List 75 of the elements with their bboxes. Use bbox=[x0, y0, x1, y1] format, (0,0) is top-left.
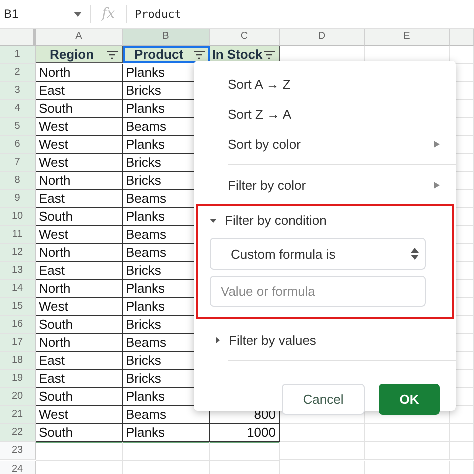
spinner-icon bbox=[411, 248, 419, 260]
row-number: 6 bbox=[0, 136, 36, 154]
header-cell[interactable]: Product bbox=[123, 46, 210, 63]
row-number: 16 bbox=[0, 316, 36, 334]
row-number: 14 bbox=[0, 280, 36, 298]
row-number: 23 bbox=[0, 442, 36, 460]
table-cell: South bbox=[36, 424, 123, 442]
table-cell: North bbox=[36, 244, 123, 262]
row-number: 1 bbox=[0, 46, 36, 64]
table-cell: East bbox=[36, 262, 123, 280]
row-number: 5 bbox=[0, 118, 36, 136]
table-cell: North bbox=[36, 64, 123, 82]
grid-cell bbox=[450, 424, 474, 442]
cell-reference[interactable]: B1 bbox=[0, 7, 74, 21]
column-header[interactable]: E bbox=[365, 29, 450, 46]
row-number: 8 bbox=[0, 172, 36, 190]
table-cell: West bbox=[36, 406, 123, 424]
grid-cell bbox=[210, 442, 280, 461]
caret-down-icon bbox=[210, 216, 217, 224]
row-number: 20 bbox=[0, 388, 36, 406]
grid-cell bbox=[450, 442, 474, 460]
table-cell: 1000 bbox=[210, 424, 280, 442]
table-cell: West bbox=[36, 226, 123, 244]
section-title[interactable]: Filter by values bbox=[229, 332, 316, 348]
table-cell: East bbox=[36, 190, 123, 208]
table-cell: West bbox=[36, 154, 123, 172]
row-number: 9 bbox=[0, 190, 36, 208]
row-number: 18 bbox=[0, 352, 36, 370]
ok-button[interactable]: OK bbox=[379, 384, 440, 415]
row-number: 15 bbox=[0, 298, 36, 316]
function-label: fx bbox=[100, 6, 116, 22]
table-cell: West bbox=[36, 136, 123, 154]
formula-value[interactable]: Product bbox=[127, 8, 182, 20]
row-number: 12 bbox=[0, 244, 36, 262]
table-cell: West bbox=[36, 298, 123, 316]
section-title[interactable]: Filter by condition bbox=[225, 212, 327, 228]
row-number: 17 bbox=[0, 334, 36, 352]
submenu-arrow-icon bbox=[434, 140, 440, 148]
header-cell[interactable]: Region bbox=[36, 46, 123, 63]
filter-icon[interactable] bbox=[194, 51, 205, 59]
condition-select[interactable]: Custom formula is bbox=[210, 238, 426, 270]
filter-icon[interactable] bbox=[107, 51, 118, 59]
table-cell: South bbox=[36, 388, 123, 406]
column-header[interactable]: D bbox=[280, 29, 365, 46]
row-number: 10 bbox=[0, 208, 36, 226]
table-cell: East bbox=[36, 370, 123, 388]
column-header[interactable]: A bbox=[36, 29, 123, 46]
table-cell: South bbox=[36, 100, 123, 118]
cancel-button[interactable]: Cancel bbox=[282, 384, 365, 415]
row-number: 3 bbox=[0, 82, 36, 100]
table-cell: North bbox=[36, 172, 123, 190]
table-cell: South bbox=[36, 208, 123, 226]
column-header[interactable]: B bbox=[123, 29, 210, 46]
caret-right-icon bbox=[214, 336, 221, 344]
row-number: 11 bbox=[0, 226, 36, 244]
table-cell: South bbox=[36, 316, 123, 334]
table-cell: East bbox=[36, 352, 123, 370]
row-number: 13 bbox=[0, 262, 36, 280]
row-number: 22 bbox=[0, 424, 36, 442]
row-number: 7 bbox=[0, 154, 36, 172]
caret-icon[interactable] bbox=[74, 12, 82, 16]
row-number: 21 bbox=[0, 406, 36, 424]
row-number: 2 bbox=[0, 64, 36, 82]
filter-icon[interactable] bbox=[264, 51, 275, 59]
column-header[interactable]: C bbox=[210, 29, 280, 46]
table-cell: North bbox=[36, 280, 123, 298]
table-cell: North bbox=[36, 334, 123, 352]
row-number: 24 bbox=[0, 461, 36, 474]
value-input[interactable]: Value or formula bbox=[210, 276, 426, 307]
table-cell: East bbox=[36, 82, 123, 100]
row-number: 19 bbox=[0, 370, 36, 388]
row-number: 4 bbox=[0, 100, 36, 118]
table-cell: West bbox=[36, 118, 123, 136]
table-cell: Planks bbox=[123, 424, 210, 442]
submenu-arrow-icon bbox=[434, 182, 440, 188]
